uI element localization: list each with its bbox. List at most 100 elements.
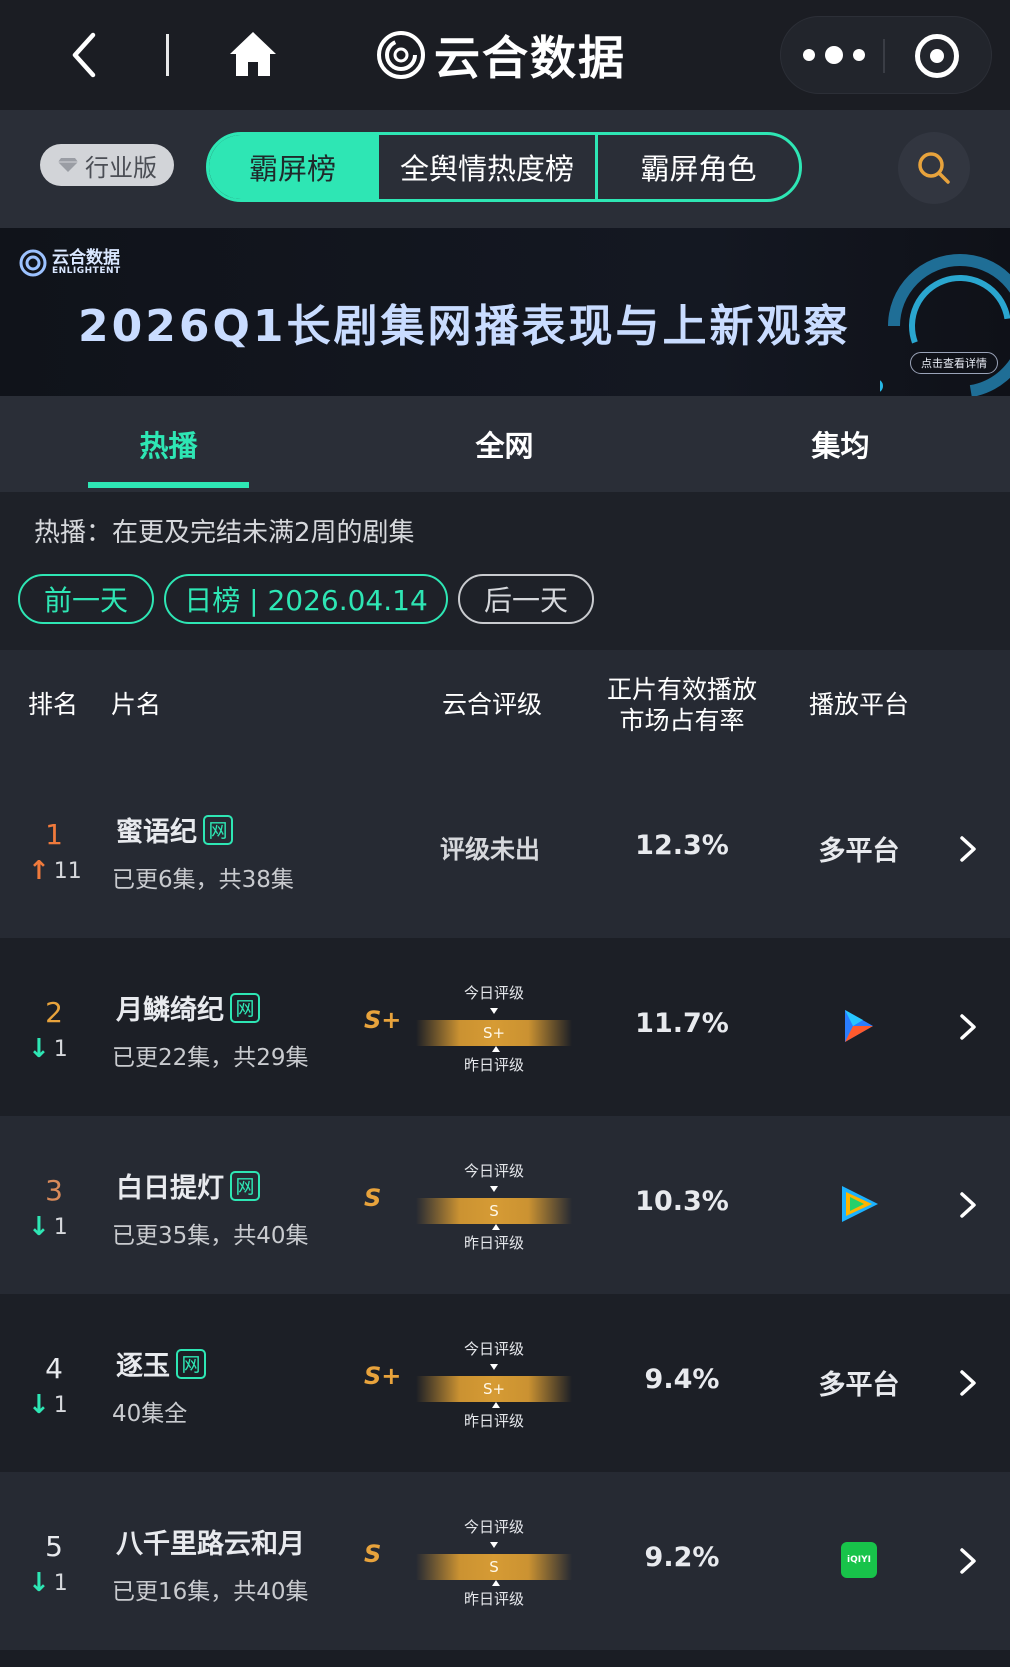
- edition-badge[interactable]: 行业版: [40, 144, 174, 186]
- rank-change: ↓ 1: [28, 1214, 88, 1240]
- header-share: 正片有效播放 市场占有率: [594, 650, 770, 760]
- table-row[interactable]: 3 ↓ 1 白日提灯网已更35集，共40集 S 今日评级 S 昨日评级 10.3%: [0, 1116, 1010, 1294]
- market-share: 9.2%: [644, 1542, 720, 1573]
- title-line: 蜜语纪网: [116, 810, 233, 849]
- title-line: 月鳞绮纪网: [116, 988, 260, 1027]
- grade-bar: S: [416, 1554, 572, 1580]
- chevron-right-icon[interactable]: [956, 1368, 980, 1398]
- back-button[interactable]: [62, 28, 106, 82]
- more-button[interactable]: [803, 35, 865, 75]
- iqiyi-icon: iQIYI: [841, 1542, 877, 1578]
- home-icon[interactable]: [228, 30, 278, 78]
- segment-quanyuqing[interactable]: 全舆情热度榜: [379, 135, 598, 199]
- today-grade-label: 今日评级: [463, 1518, 524, 1536]
- dot-icon: [853, 49, 865, 61]
- chevron-right-icon[interactable]: [956, 1012, 980, 1042]
- grade-gauge: 今日评级 S+ 昨日评级: [416, 982, 572, 1074]
- header-grade: 云合评级: [441, 690, 542, 720]
- rank-number: 5: [45, 1530, 63, 1563]
- yesterday-grade-label: 昨日评级: [463, 1234, 524, 1252]
- list-description: 热播：在更及完结未满2周的剧集: [34, 518, 415, 548]
- today-grade-label: 今日评级: [463, 1162, 524, 1180]
- date-selector[interactable]: 日榜 | 2026.04.14: [164, 574, 448, 624]
- rank-change-value: 11: [53, 858, 82, 884]
- prev-day-button[interactable]: 前一天: [18, 574, 154, 624]
- title-line: 逐玉网: [116, 1344, 206, 1383]
- rank-change-value: 1: [53, 1570, 68, 1596]
- market-share: 10.3%: [635, 1186, 729, 1217]
- table-row[interactable]: 4 ↓ 1 逐玉网 40集全 S+ 今日评级 S+ 昨日评级 9.4% 多平台: [0, 1294, 1010, 1472]
- next-day-button[interactable]: 后一天: [458, 574, 594, 624]
- yesterday-pointer-icon: [492, 1224, 500, 1230]
- rank-change: ↑ 11: [28, 858, 88, 884]
- table-header: 排名 片名 云合评级 正片有效播放 市场占有率 播放平台: [0, 650, 1010, 760]
- yesterday-pointer-icon: [492, 1580, 500, 1586]
- drama-title: 白日提灯: [116, 1173, 224, 1204]
- yesterday-grade-label: 昨日评级: [463, 1056, 524, 1074]
- brand-logo-icon: [19, 249, 47, 277]
- rank-number: 3: [45, 1174, 63, 1207]
- grade-label: S: [364, 1540, 382, 1568]
- grade-label: S: [364, 1184, 382, 1212]
- banner-headline: 2026Q1长剧集网播表现与上新观察: [78, 301, 851, 352]
- table-row[interactable]: 5 ↓ 1 八千里路云和月 已更16集，共40集 S 今日评级 S 昨日评级 9.2% iQIYI: [0, 1472, 1010, 1650]
- ranking-segment-control: 霸屏榜 全舆情热度榜 霸屏角色: [206, 132, 802, 202]
- chevron-right-icon[interactable]: [956, 1190, 980, 1220]
- yesterday-pointer-icon: [492, 1046, 500, 1052]
- banner-brand: 云合数据 ENLIGHTENT: [18, 248, 121, 278]
- brand-en: ENLIGHTENT: [52, 266, 121, 276]
- chevron-right-icon[interactable]: [956, 1546, 980, 1576]
- today-pointer-icon: [490, 1186, 498, 1192]
- market-share: 12.3%: [635, 830, 729, 861]
- today-pointer-icon: [490, 1364, 498, 1370]
- platform-logo: iQIYI: [780, 1534, 938, 1586]
- drama-title: 逐玉: [116, 1351, 170, 1382]
- yesterday-grade-label: 昨日评级: [463, 1412, 524, 1430]
- rank-change-value: 1: [53, 1036, 68, 1062]
- youku-icon: [845, 1010, 873, 1042]
- platform-text: 多平台: [818, 835, 900, 867]
- episode-progress: 已更6集，共38集: [112, 867, 294, 893]
- segment-bapingbang[interactable]: 霸屏榜: [209, 135, 379, 199]
- header-title: 片名: [110, 690, 161, 720]
- promo-banner[interactable]: 云合数据 ENLIGHTENT 2026Q1长剧集网播表现与上新观察 点击查看详…: [0, 228, 1010, 396]
- today-grade-label: 今日评级: [463, 984, 524, 1002]
- banner-detail-button[interactable]: 点击查看详情: [910, 352, 998, 374]
- capsule-divider: [883, 39, 885, 73]
- rank-change: ↓ 1: [28, 1570, 88, 1596]
- arrow-up-icon: ↑: [28, 856, 50, 886]
- search-button[interactable]: [898, 132, 970, 204]
- segment-baping-role[interactable]: 霸屏角色: [598, 135, 799, 199]
- arrow-down-icon: ↓: [28, 1568, 50, 1598]
- edition-label: 行业版: [85, 153, 157, 182]
- rank-change: ↓ 1: [28, 1036, 88, 1062]
- search-icon: [918, 152, 950, 184]
- diamond-icon: [58, 158, 78, 172]
- drama-title: 月鳞绮纪: [116, 995, 224, 1026]
- close-target-icon[interactable]: [915, 34, 959, 78]
- market-share: 9.4%: [644, 1364, 720, 1395]
- chevron-right-icon[interactable]: [956, 834, 980, 864]
- web-drama-badge: 网: [176, 1348, 206, 1379]
- title-line: 白日提灯网: [116, 1166, 260, 1205]
- table-row[interactable]: 2 ↓ 1 月鳞绮纪网已更22集，共29集 S+ 今日评级 S+ 昨日评级 11.7%: [0, 938, 1010, 1116]
- brand-cn: 云合数据: [52, 248, 120, 268]
- grade-bar: S+: [416, 1020, 572, 1046]
- tab-rebo[interactable]: 热播: [88, 396, 249, 492]
- episode-progress: 40集全: [112, 1401, 188, 1427]
- active-tab-indicator: [88, 482, 249, 488]
- table-row[interactable]: 1 ↑ 11 蜜语纪网已更6集，共38集 评级未出 12.3% 多平台: [0, 760, 1010, 938]
- tab-quanwang[interactable]: 全网: [424, 396, 585, 492]
- tab-jijun[interactable]: 集均: [760, 396, 921, 492]
- grade-gauge: 今日评级 S+ 昨日评级: [416, 1338, 572, 1430]
- rank-number: 1: [45, 818, 63, 851]
- back-arrow-icon: [72, 32, 96, 78]
- grade-bar: S+: [416, 1376, 572, 1402]
- platform-logo: [780, 1000, 938, 1052]
- drama-title: 八千里路云和月: [116, 1529, 305, 1560]
- title-line: 八千里路云和月: [116, 1522, 305, 1561]
- rank-number: 2: [45, 996, 63, 1029]
- header-share-line1: 正片有效播放: [606, 674, 757, 704]
- episode-progress: 已更22集，共29集: [112, 1045, 309, 1071]
- yunhe-logo-icon: [377, 31, 425, 79]
